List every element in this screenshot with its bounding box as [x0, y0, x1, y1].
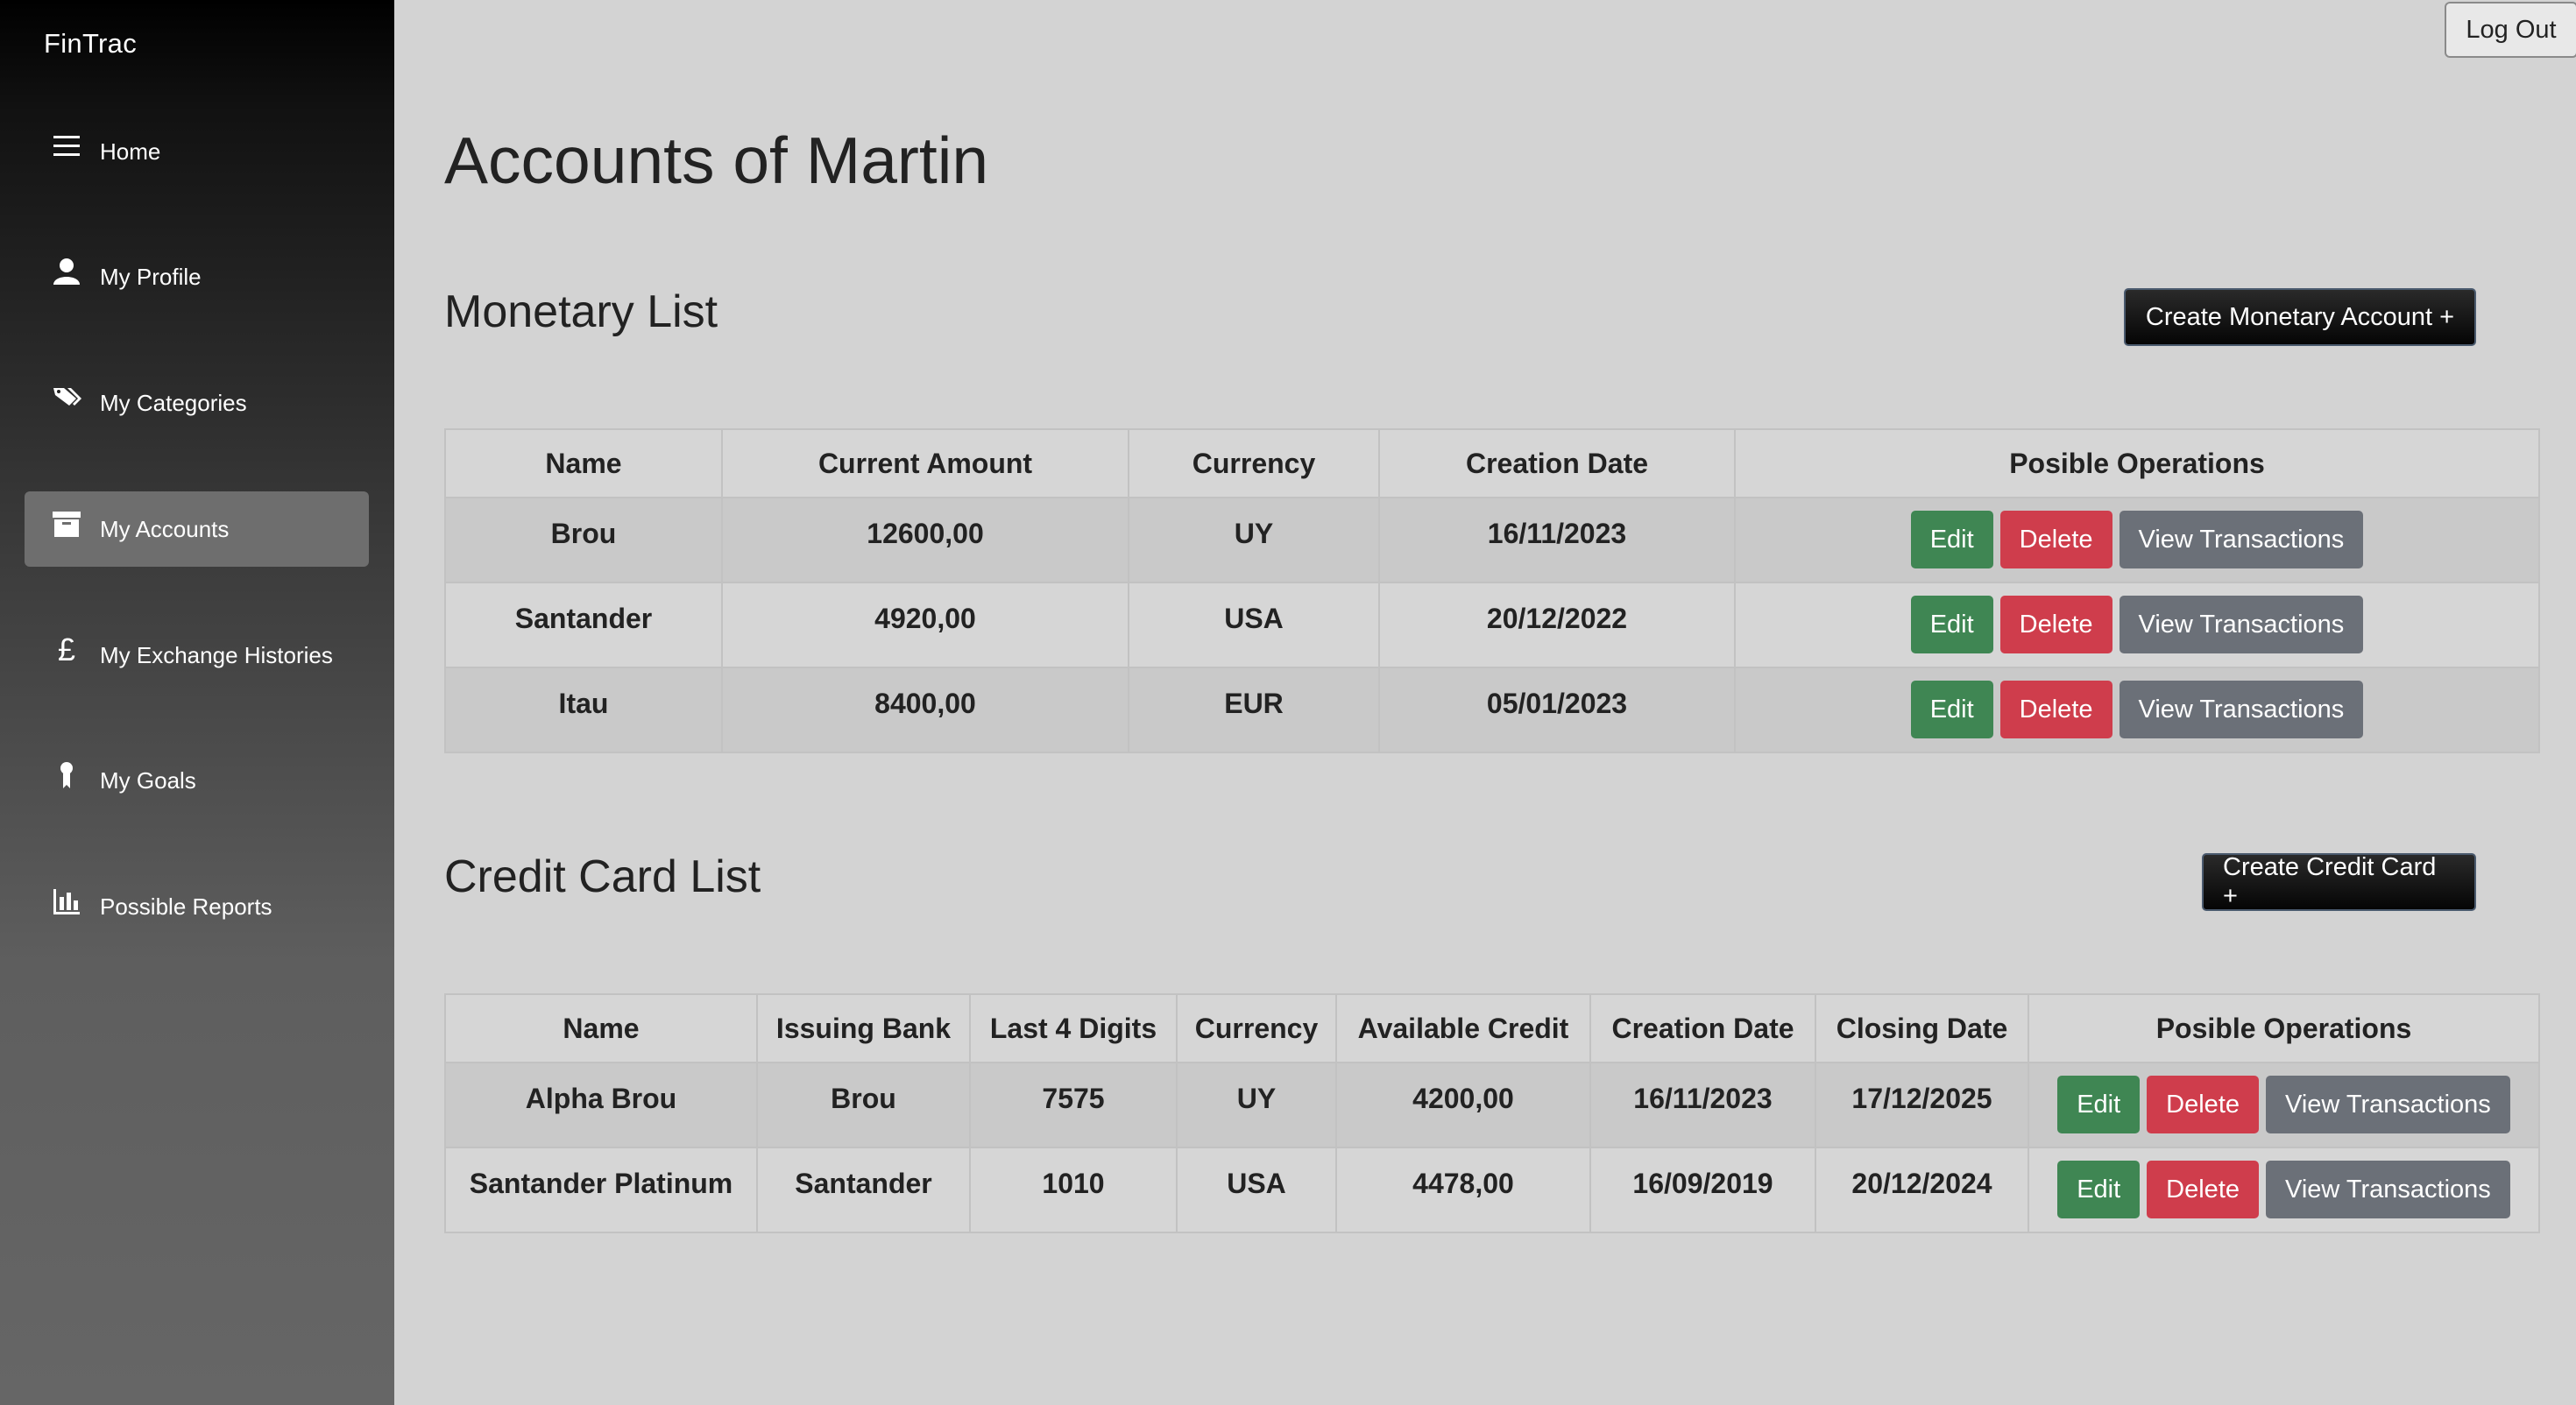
create-monetary-account-button[interactable]: Create Monetary Account +: [2124, 288, 2476, 346]
menu-icon: [47, 127, 86, 166]
sidebar-item-label: My Categories: [100, 389, 247, 416]
brand-logo[interactable]: FinTrac: [44, 28, 137, 60]
column-header: Current Amount: [721, 428, 1129, 498]
cell-currency: USA: [1128, 582, 1380, 668]
cell-issuing-bank: Brou: [756, 1062, 971, 1148]
cell-name: Brou: [444, 497, 723, 583]
tags-icon: [47, 378, 86, 417]
pound-icon: £: [57, 632, 76, 667]
sidebar-item-my-profile[interactable]: My Profile: [25, 239, 369, 314]
cell-creation-date: 16/11/2023: [1378, 497, 1736, 583]
view-transactions-button[interactable]: View Transactions: [2266, 1161, 2510, 1218]
cell-currency: USA: [1176, 1147, 1337, 1233]
cell-creation-date: 20/12/2022: [1378, 582, 1736, 668]
cell-closing-date: 17/12/2025: [1815, 1062, 2029, 1148]
cell-name: Itau: [444, 667, 723, 753]
table-header-row: Name Issuing Bank Last 4 Digits Currency…: [444, 993, 2540, 1063]
cell-closing-date: 20/12/2024: [1815, 1147, 2029, 1233]
cell-operations: Edit Delete View Transactions: [1734, 582, 2540, 668]
edit-button[interactable]: Edit: [1910, 596, 1993, 653]
cell-amount: 12600,00: [721, 497, 1129, 583]
cell-operations: Edit Delete View Transactions: [2028, 1147, 2540, 1233]
monetary-table: Name Current Amount Currency Creation Da…: [444, 428, 2540, 753]
credit-card-list-title: Credit Card List: [444, 851, 761, 902]
column-header: Last 4 Digits: [969, 993, 1178, 1063]
delete-button[interactable]: Delete: [1999, 511, 2112, 568]
cell-name: Santander Platinum: [444, 1147, 758, 1233]
cell-currency: UY: [1176, 1062, 1337, 1148]
create-credit-card-button[interactable]: Create Credit Card +: [2202, 853, 2476, 911]
bar-chart-icon: [47, 882, 86, 921]
cell-name: Santander: [444, 582, 723, 668]
sidebar-item-home[interactable]: Home: [25, 114, 369, 189]
column-header: Closing Date: [1815, 993, 2029, 1063]
monetary-list-title: Monetary List: [444, 286, 718, 337]
cell-creation-date: 05/01/2023: [1378, 667, 1736, 753]
sidebar-item-label: Possible Reports: [100, 893, 272, 920]
cell-operations: Edit Delete View Transactions: [2028, 1062, 2540, 1148]
edit-button[interactable]: Edit: [2057, 1076, 2141, 1133]
cell-name: Alpha Brou: [444, 1062, 758, 1148]
column-header: Creation Date: [1589, 993, 1816, 1063]
sidebar-item-label: My Accounts: [100, 515, 230, 542]
edit-button[interactable]: Edit: [1910, 511, 1993, 568]
view-transactions-button[interactable]: View Transactions: [2119, 596, 2364, 653]
cell-last-4-digits: 1010: [969, 1147, 1178, 1233]
cell-creation-date: 16/11/2023: [1589, 1062, 1816, 1148]
table-row: Santander Platinum Santander 1010 USA 44…: [444, 1147, 2540, 1233]
delete-button[interactable]: Delete: [1999, 681, 2112, 738]
cell-amount: 4920,00: [721, 582, 1129, 668]
cell-currency: EUR: [1128, 667, 1380, 753]
sidebar-item-my-goals[interactable]: My Goals: [25, 743, 369, 818]
column-header: Currency: [1176, 993, 1337, 1063]
sidebar-item-my-accounts[interactable]: My Accounts: [25, 491, 369, 567]
cell-creation-date: 16/09/2019: [1589, 1147, 1816, 1233]
view-transactions-button[interactable]: View Transactions: [2119, 511, 2364, 568]
cell-amount: 8400,00: [721, 667, 1129, 753]
edit-button[interactable]: Edit: [2057, 1161, 2141, 1218]
column-header: Posible Operations: [2028, 993, 2540, 1063]
sidebar-item-my-categories[interactable]: My Categories: [25, 365, 369, 441]
column-header: Creation Date: [1378, 428, 1736, 498]
cell-currency: UY: [1128, 497, 1380, 583]
table-header-row: Name Current Amount Currency Creation Da…: [444, 428, 2540, 498]
user-icon: [47, 252, 86, 291]
column-header: Issuing Bank: [756, 993, 971, 1063]
table-row: Alpha Brou Brou 7575 UY 4200,00 16/11/20…: [444, 1062, 2540, 1148]
sidebar-item-my-exchange-histories[interactable]: £ My Exchange Histories: [25, 618, 369, 693]
view-transactions-button[interactable]: View Transactions: [2266, 1076, 2510, 1133]
sidebar-item-label: My Profile: [100, 263, 202, 290]
cell-available-credit: 4200,00: [1335, 1062, 1591, 1148]
column-header: Available Credit: [1335, 993, 1591, 1063]
sidebar-item-label: My Exchange Histories: [100, 641, 333, 668]
column-header: Posible Operations: [1734, 428, 2540, 498]
cell-operations: Edit Delete View Transactions: [1734, 667, 2540, 753]
column-header: Name: [444, 428, 723, 498]
app-root: FinTrac Home My Profile My Categories My…: [0, 0, 2576, 1405]
archive-icon: [47, 505, 86, 543]
page-title: Accounts of Martin: [444, 124, 989, 197]
column-header: Currency: [1128, 428, 1380, 498]
sidebar-item-possible-reports[interactable]: Possible Reports: [25, 869, 369, 944]
delete-button[interactable]: Delete: [2147, 1076, 2259, 1133]
table-row: Santander 4920,00 USA 20/12/2022 Edit De…: [444, 582, 2540, 668]
award-icon: [47, 756, 86, 794]
column-header: Name: [444, 993, 758, 1063]
delete-button[interactable]: Delete: [1999, 596, 2112, 653]
cell-last-4-digits: 7575: [969, 1062, 1178, 1148]
credit-card-table: Name Issuing Bank Last 4 Digits Currency…: [444, 993, 2540, 1233]
sidebar: FinTrac Home My Profile My Categories My…: [0, 0, 394, 1405]
table-row: Brou 12600,00 UY 16/11/2023 Edit Delete …: [444, 497, 2540, 583]
logout-button[interactable]: Log Out: [2445, 2, 2576, 58]
table-row: Itau 8400,00 EUR 05/01/2023 Edit Delete …: [444, 667, 2540, 753]
edit-button[interactable]: Edit: [1910, 681, 1993, 738]
cell-operations: Edit Delete View Transactions: [1734, 497, 2540, 583]
sidebar-item-label: Home: [100, 138, 161, 165]
cell-issuing-bank: Santander: [756, 1147, 971, 1233]
view-transactions-button[interactable]: View Transactions: [2119, 681, 2364, 738]
cell-available-credit: 4478,00: [1335, 1147, 1591, 1233]
sidebar-item-label: My Goals: [100, 766, 196, 794]
delete-button[interactable]: Delete: [2147, 1161, 2259, 1218]
